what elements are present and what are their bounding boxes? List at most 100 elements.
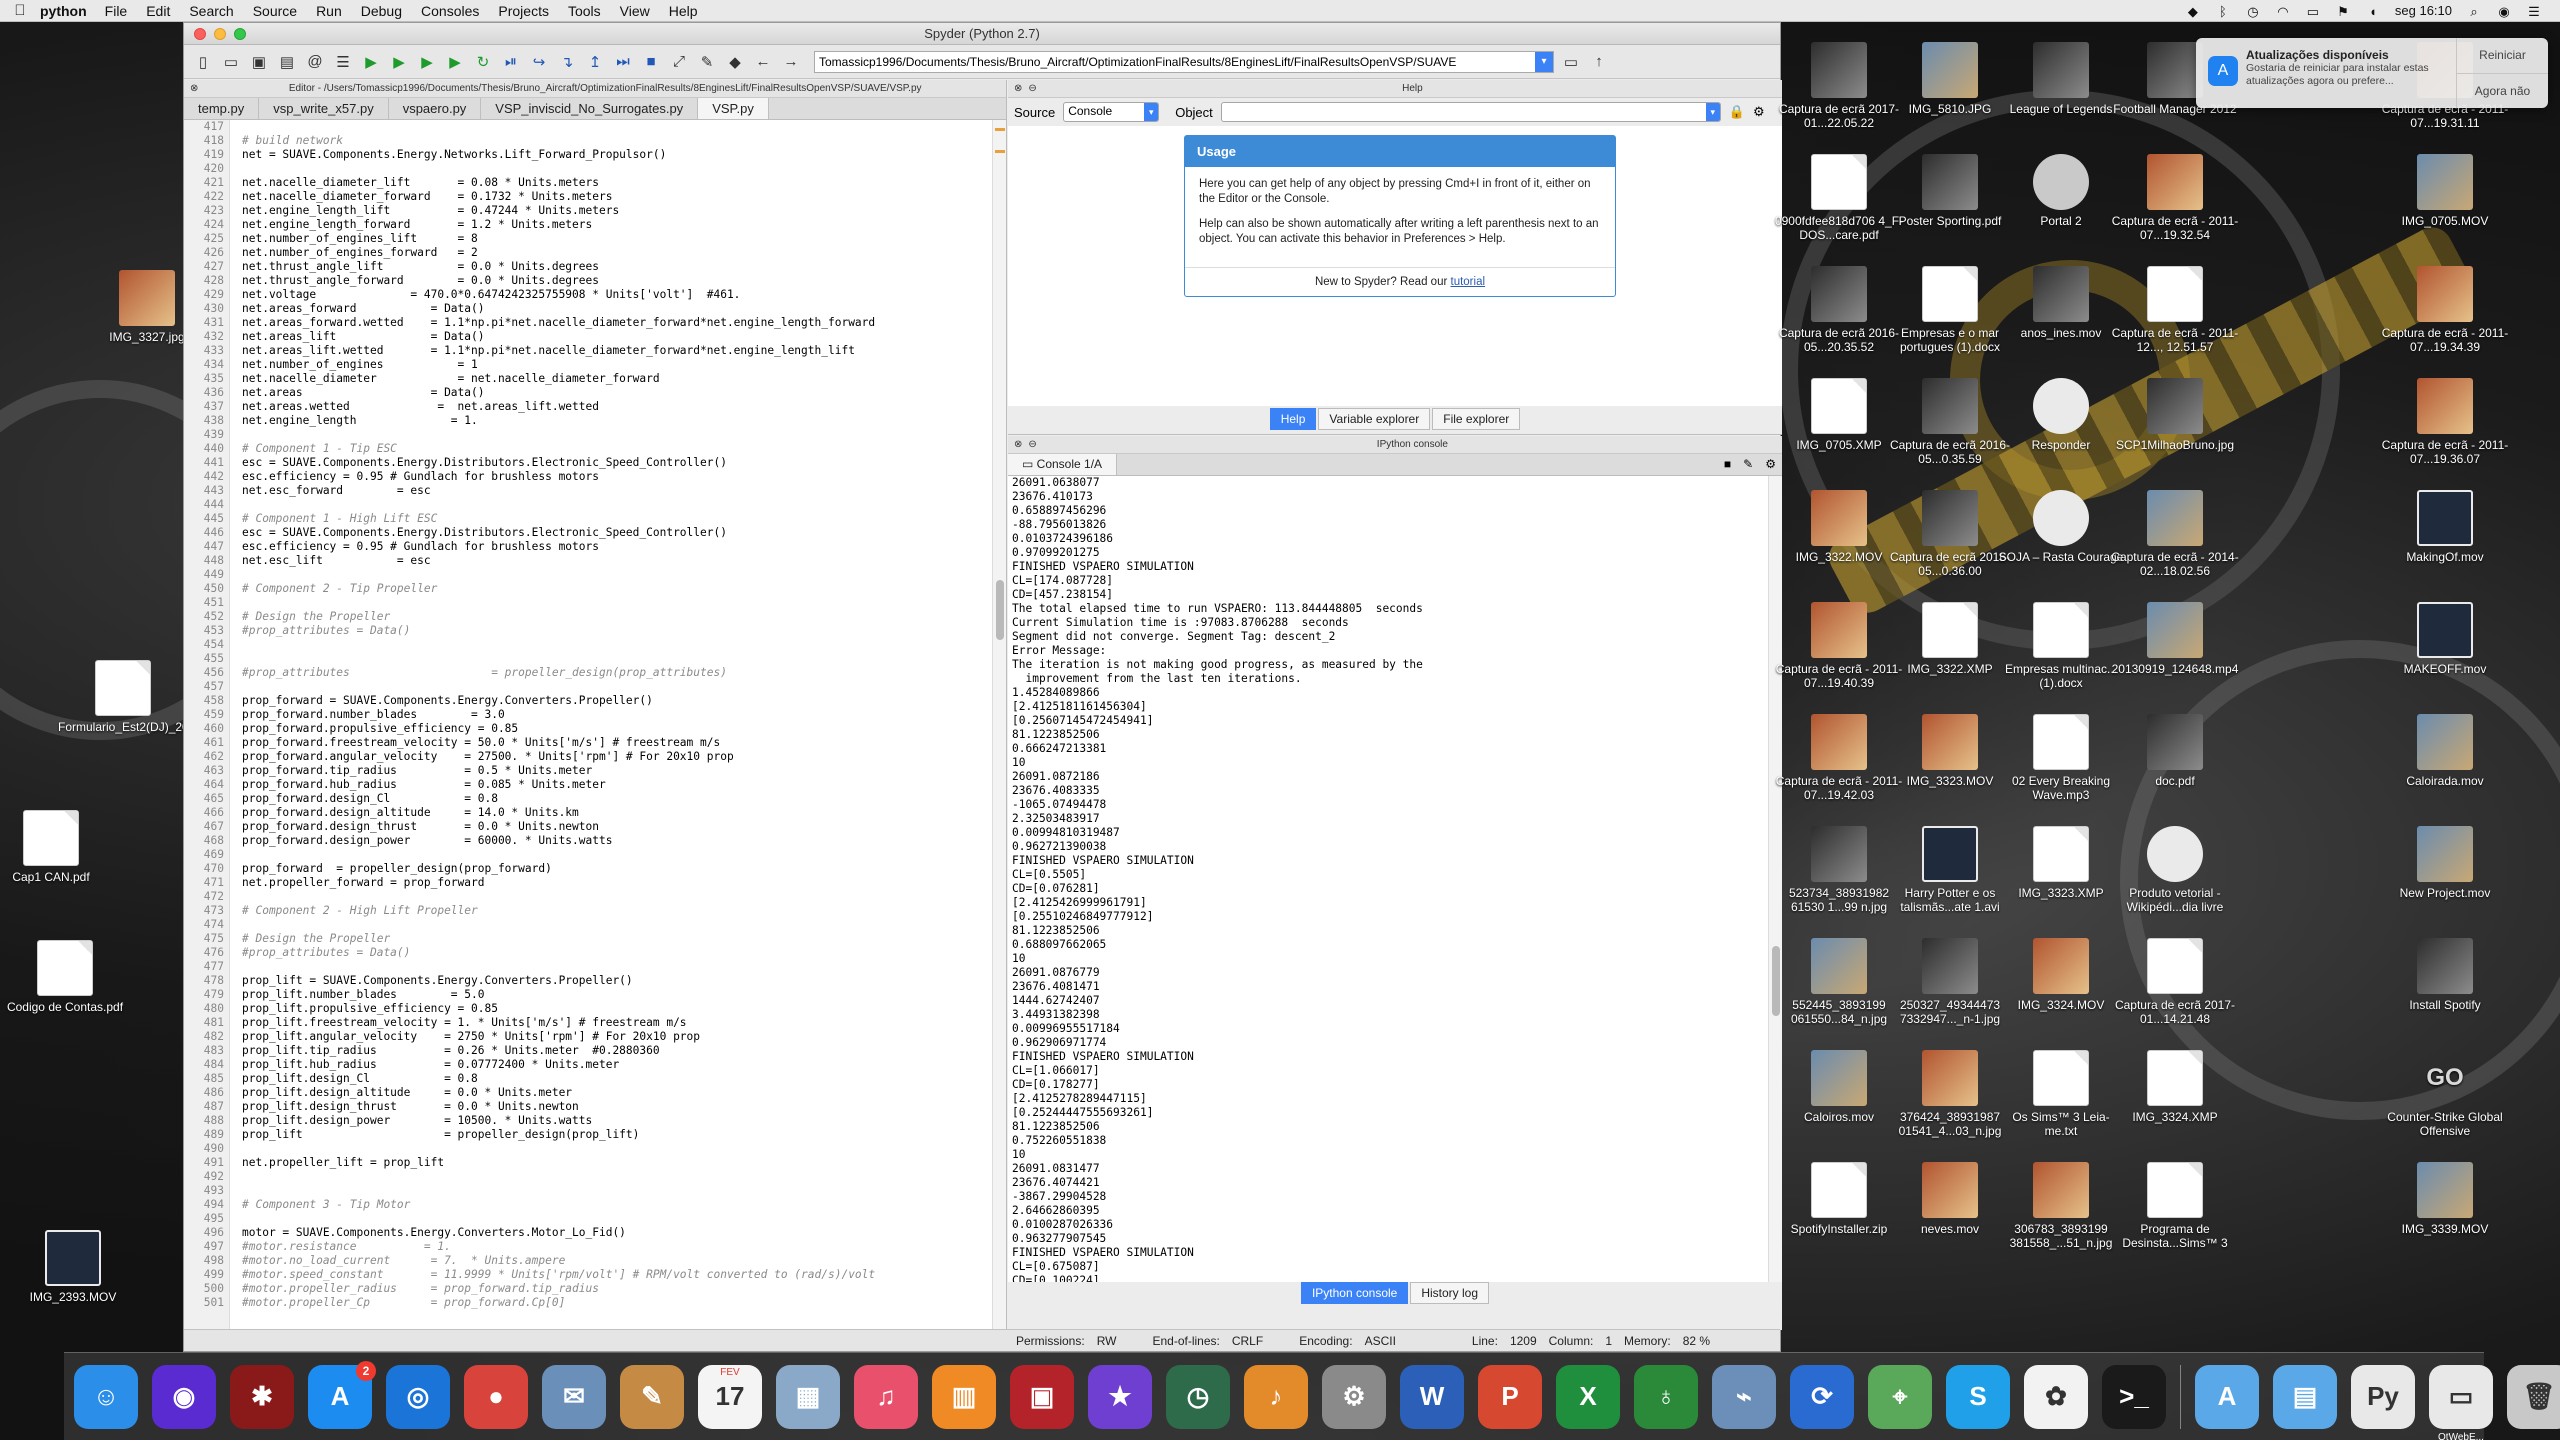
code-line[interactable]: 435 net.nacelle_diameter = net.nacelle_di… bbox=[184, 372, 992, 386]
code-line[interactable]: 463 prop_forward.tip_radius = 0.5 * Units… bbox=[184, 764, 992, 778]
desktop-icon[interactable]: Produto vetorial - Wikipédi...dia livre bbox=[2110, 826, 2240, 914]
dock-globe-app-icon[interactable]: ♁ bbox=[1634, 1364, 1698, 1429]
code-line[interactable]: 441 esc = SUAVE.Components.Energy.Distrib… bbox=[184, 456, 992, 470]
back-icon[interactable]: ← bbox=[752, 51, 774, 73]
code-line[interactable]: 487 prop_lift.design_thrust = 0.0 * Units… bbox=[184, 1100, 992, 1114]
tab-temp-py[interactable]: temp.py bbox=[184, 98, 260, 119]
menu-help[interactable]: Help bbox=[669, 3, 698, 19]
dock-photos-viewer-icon[interactable]: ▦ bbox=[776, 1364, 840, 1429]
dock-applications-folder-icon[interactable]: A bbox=[2195, 1364, 2259, 1429]
code-line[interactable]: 464 prop_forward.hub_radius = 0.085 * Uni… bbox=[184, 778, 992, 792]
dock-skype-icon[interactable]: S bbox=[1946, 1364, 2010, 1429]
desktop-icon[interactable]: SCP1MilhaoBruno.jpg bbox=[2110, 378, 2240, 452]
dock-migration-icon[interactable]: ⟳ bbox=[1790, 1364, 1854, 1429]
notification-center-icon[interactable]: ☰ bbox=[2526, 4, 2542, 19]
stop-kernel-icon[interactable]: ■ bbox=[1718, 454, 1737, 475]
clear-console-icon[interactable]: ✎ bbox=[1737, 454, 1759, 475]
code-line[interactable]: 491 net.propeller_lift = prop_lift bbox=[184, 1156, 992, 1170]
update-notification[interactable]: A Atualizações disponíveis Gostaria de r… bbox=[2196, 38, 2548, 108]
code-line[interactable]: 421 net.nacelle_diameter_lift = 0.08 * Un… bbox=[184, 176, 992, 190]
code-line[interactable]: 426 net.number_of_engines_forward = 2 bbox=[184, 246, 992, 260]
chevron-down-icon[interactable]: ▾ bbox=[1535, 51, 1553, 72]
dock-documents-folder-icon[interactable]: ▤ bbox=[2273, 1364, 2337, 1429]
code-line[interactable]: 489 prop_lift = propeller_design(prop_lif… bbox=[184, 1128, 992, 1142]
menu-file[interactable]: File bbox=[105, 3, 128, 19]
desktop-icon[interactable]: 20130919_124648.mp4 bbox=[2110, 602, 2240, 676]
desktop-icon[interactable]: doc.pdf bbox=[2110, 714, 2240, 788]
tab-vsp-write-x57-py[interactable]: vsp_write_x57.py bbox=[259, 98, 389, 119]
continue-icon[interactable]: ⏭ bbox=[612, 51, 634, 73]
tutorial-link[interactable]: tutorial bbox=[1451, 276, 1486, 288]
code-line[interactable]: 476 #prop_attributes = Data() bbox=[184, 946, 992, 960]
dock-powerpoint-icon[interactable]: P bbox=[1478, 1364, 1542, 1429]
desktop-icon[interactable]: Programa de Desinsta...Sims™ 3 bbox=[2110, 1162, 2240, 1250]
dock-trash-icon[interactable]: 🗑 bbox=[2507, 1364, 2560, 1429]
dock-calendar-icon[interactable]: 17 FEV bbox=[698, 1364, 762, 1429]
desktop-icon[interactable]: Captura de ecrã - 2011-07...19.36.07 bbox=[2380, 378, 2510, 466]
dock-app-store-icon[interactable]: A2 bbox=[308, 1360, 376, 1429]
code-line[interactable]: 428 net.thrust_angle_forward = 0.0 * Unit… bbox=[184, 274, 992, 288]
dock-network-utility-icon[interactable]: ⌁ bbox=[1712, 1364, 1776, 1429]
dock-excel-icon[interactable]: X bbox=[1556, 1364, 1620, 1429]
code-line[interactable]: 438 net.engine_length = 1. bbox=[184, 414, 992, 428]
code-line[interactable]: 494 # Component 3 - Tip Motor bbox=[184, 1198, 992, 1212]
code-line[interactable]: 444 bbox=[184, 498, 992, 512]
dock-photo-booth-icon[interactable]: ▣ bbox=[1010, 1364, 1074, 1429]
desktop-icon[interactable]: IMG_2393.MOV bbox=[8, 1230, 138, 1304]
code-line[interactable]: 479 prop_lift.number_blades = 5.0 bbox=[184, 988, 992, 1002]
siri-icon[interactable]: ◉ bbox=[2496, 4, 2512, 19]
desktop-icon[interactable]: SOJA – Rasta Courage bbox=[1996, 490, 2126, 564]
tab-console-1a[interactable]: ▭ Console 1/A bbox=[1008, 454, 1118, 475]
spotlight-icon[interactable]: ⌕ bbox=[2466, 4, 2482, 19]
maximize-pane-icon[interactable]: ⤢ bbox=[668, 51, 690, 73]
code-line[interactable]: 461 prop_forward.freestream_velocity = 50… bbox=[184, 736, 992, 750]
desktop-icon[interactable]: IMG_3324.XMP bbox=[2110, 1050, 2240, 1124]
python-path-icon[interactable]: ◆ bbox=[724, 51, 746, 73]
step-into-icon[interactable]: ↴ bbox=[556, 51, 578, 73]
code-line[interactable]: 500 #motor.propeller_radius = prop_forwar… bbox=[184, 1282, 992, 1296]
code-line[interactable]: 430 net.areas_forward = Data() bbox=[184, 302, 992, 316]
desktop-icon[interactable]: Os Sims™ 3 Leia-me.txt bbox=[1996, 1050, 2126, 1138]
dock-siri-icon[interactable]: ◉ bbox=[152, 1364, 216, 1429]
code-line[interactable]: 470 prop_forward = propeller_design(prop_… bbox=[184, 862, 992, 876]
step-icon[interactable]: ↪ bbox=[528, 51, 550, 73]
desktop-icon[interactable]: Formulario_Est2(DJ)_2016_17.doc bbox=[58, 660, 245, 734]
gear-icon[interactable]: ⚙ bbox=[1759, 454, 1782, 475]
code-line[interactable]: 483 prop_lift.tip_radius = 0.26 * Units.m… bbox=[184, 1044, 992, 1058]
menu-debug[interactable]: Debug bbox=[361, 3, 402, 19]
code-line[interactable]: 466 prop_forward.design_altitude = 14.0 *… bbox=[184, 806, 992, 820]
time-machine-icon[interactable]: ◷ bbox=[2245, 4, 2261, 19]
desktop-icon[interactable]: MAKEOFF.mov bbox=[2380, 602, 2510, 676]
code-line[interactable]: 448 net.esc_lift = esc bbox=[184, 554, 992, 568]
code-line[interactable]: 455 bbox=[184, 652, 992, 666]
desktop-icon[interactable]: Empresas multinac...(1).docx bbox=[1996, 602, 2126, 690]
undock-pane-icon[interactable]: ⊖ bbox=[1028, 439, 1036, 450]
code-line[interactable]: 427 net.thrust_angle_lift = 0.0 * Units.d… bbox=[184, 260, 992, 274]
step-return-icon[interactable]: ↥ bbox=[584, 51, 606, 73]
code-line[interactable]: 481 prop_lift.freestream_velocity = 1. * … bbox=[184, 1016, 992, 1030]
code-line[interactable]: 492 bbox=[184, 1170, 992, 1184]
forward-icon[interactable]: → bbox=[780, 51, 802, 73]
code-line[interactable]: 495 bbox=[184, 1212, 992, 1226]
code-line[interactable]: 496 motor = SUAVE.Components.Energy.Conve… bbox=[184, 1226, 992, 1240]
desktop-icon[interactable]: GO Counter-Strike Global Offensive bbox=[2380, 1050, 2510, 1138]
code-line[interactable]: 474 bbox=[184, 918, 992, 932]
code-line[interactable]: 465 prop_forward.design_Cl = 0.8 bbox=[184, 792, 992, 806]
code-line[interactable]: 484 prop_lift.hub_radius = 0.07772400 * U… bbox=[184, 1058, 992, 1072]
dock-time-machine-icon[interactable]: ◷ bbox=[1166, 1364, 1230, 1429]
code-line[interactable]: 456 #prop_attributes = propeller_design(p… bbox=[184, 666, 992, 680]
menu-run[interactable]: Run bbox=[316, 3, 342, 19]
code-line[interactable]: 433 net.areas_lift.wetted = 1.1*np.pi*net… bbox=[184, 344, 992, 358]
dock-preview-icon[interactable]: ✉ bbox=[542, 1364, 606, 1429]
code-line[interactable]: 439 bbox=[184, 428, 992, 442]
code-line[interactable]: 425 net.number_of_engines_lift = 8 bbox=[184, 232, 992, 246]
desktop-icon[interactable]: Portal 2 bbox=[1996, 154, 2126, 228]
code-line[interactable]: 467 prop_forward.design_thrust = 0.0 * Un… bbox=[184, 820, 992, 834]
desktop-icon[interactable]: Caloirada.mov bbox=[2380, 714, 2510, 788]
editor-scrollbar[interactable] bbox=[992, 120, 1006, 1330]
save-icon[interactable]: ▣ bbox=[248, 51, 270, 73]
code-line[interactable]: 493 bbox=[184, 1184, 992, 1198]
code-line[interactable]: 417 bbox=[184, 120, 992, 134]
gear-icon[interactable]: ⚙ bbox=[1753, 104, 1765, 120]
code-line[interactable]: 418 # build network bbox=[184, 134, 992, 148]
